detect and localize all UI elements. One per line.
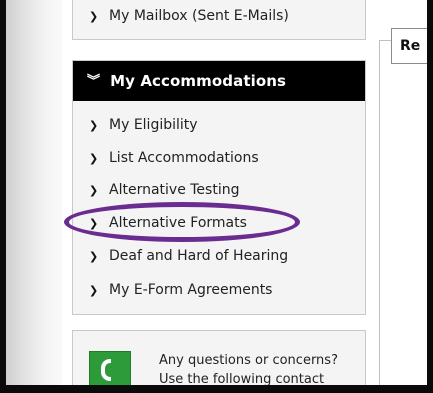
menu-panel-accommodations: ︾ My Accommodations ❯ My Eligibility ❯ L…	[72, 60, 366, 315]
screen: ❯ My Mailbox (Sent E-Mails) ︾ My Accommo…	[6, 0, 427, 385]
content-panel	[379, 40, 427, 385]
chevron-right-icon: ❯	[89, 249, 99, 263]
chevron-right-icon: ❯	[89, 216, 99, 230]
double-chevron-down-icon: ︾	[87, 73, 101, 89]
help-panel: Any questions or concerns? Use the follo…	[72, 330, 366, 385]
menu-link-label: Alternative Formats	[109, 215, 247, 231]
menu-link-my-eligibility[interactable]: ❯ My Eligibility	[89, 114, 198, 136]
help-text: Any questions or concerns? Use the follo…	[159, 351, 359, 385]
chevron-right-icon: ❯	[89, 283, 99, 297]
help-line-2: Use the following contact	[159, 372, 325, 385]
menu-link-alternative-testing[interactable]: ❯ Alternative Testing	[89, 179, 239, 201]
menu-panel-mailbox: ❯ My Mailbox (Sent E-Mails)	[72, 0, 366, 40]
window-edge	[6, 0, 62, 385]
menu-link-label: Deaf and Hard of Hearing	[109, 248, 289, 264]
chevron-right-icon: ❯	[89, 118, 99, 132]
menu-link-label: Alternative Testing	[109, 182, 240, 198]
menu-link-alternative-formats[interactable]: ❯ Alternative Formats	[89, 212, 247, 234]
menu-link-my-eform-agreements[interactable]: ❯ My E-Form Agreements	[89, 279, 272, 301]
menu-link-my-mailbox[interactable]: ❯ My Mailbox (Sent E-Mails)	[89, 5, 289, 27]
accommodations-header[interactable]: ︾ My Accommodations	[73, 61, 365, 101]
chevron-right-icon: ❯	[89, 151, 99, 165]
menu-link-deaf-hard-of-hearing[interactable]: ❯ Deaf and Hard of Hearing	[89, 245, 288, 267]
chevron-right-icon: ❯	[89, 183, 99, 197]
tab-re[interactable]: Re	[391, 28, 427, 64]
accommodations-header-label: My Accommodations	[110, 72, 287, 90]
menu-link-label: My E-Form Agreements	[109, 282, 273, 298]
menu-link-label: My Eligibility	[109, 117, 198, 133]
menu-link-label: My Mailbox (Sent E-Mails)	[109, 8, 289, 24]
help-line-1: Any questions or concerns?	[159, 353, 338, 368]
phone-icon	[89, 351, 131, 385]
chevron-right-icon: ❯	[89, 9, 99, 23]
menu-link-list-accommodations[interactable]: ❯ List Accommodations	[89, 147, 259, 169]
menu-link-label: List Accommodations	[109, 150, 259, 166]
